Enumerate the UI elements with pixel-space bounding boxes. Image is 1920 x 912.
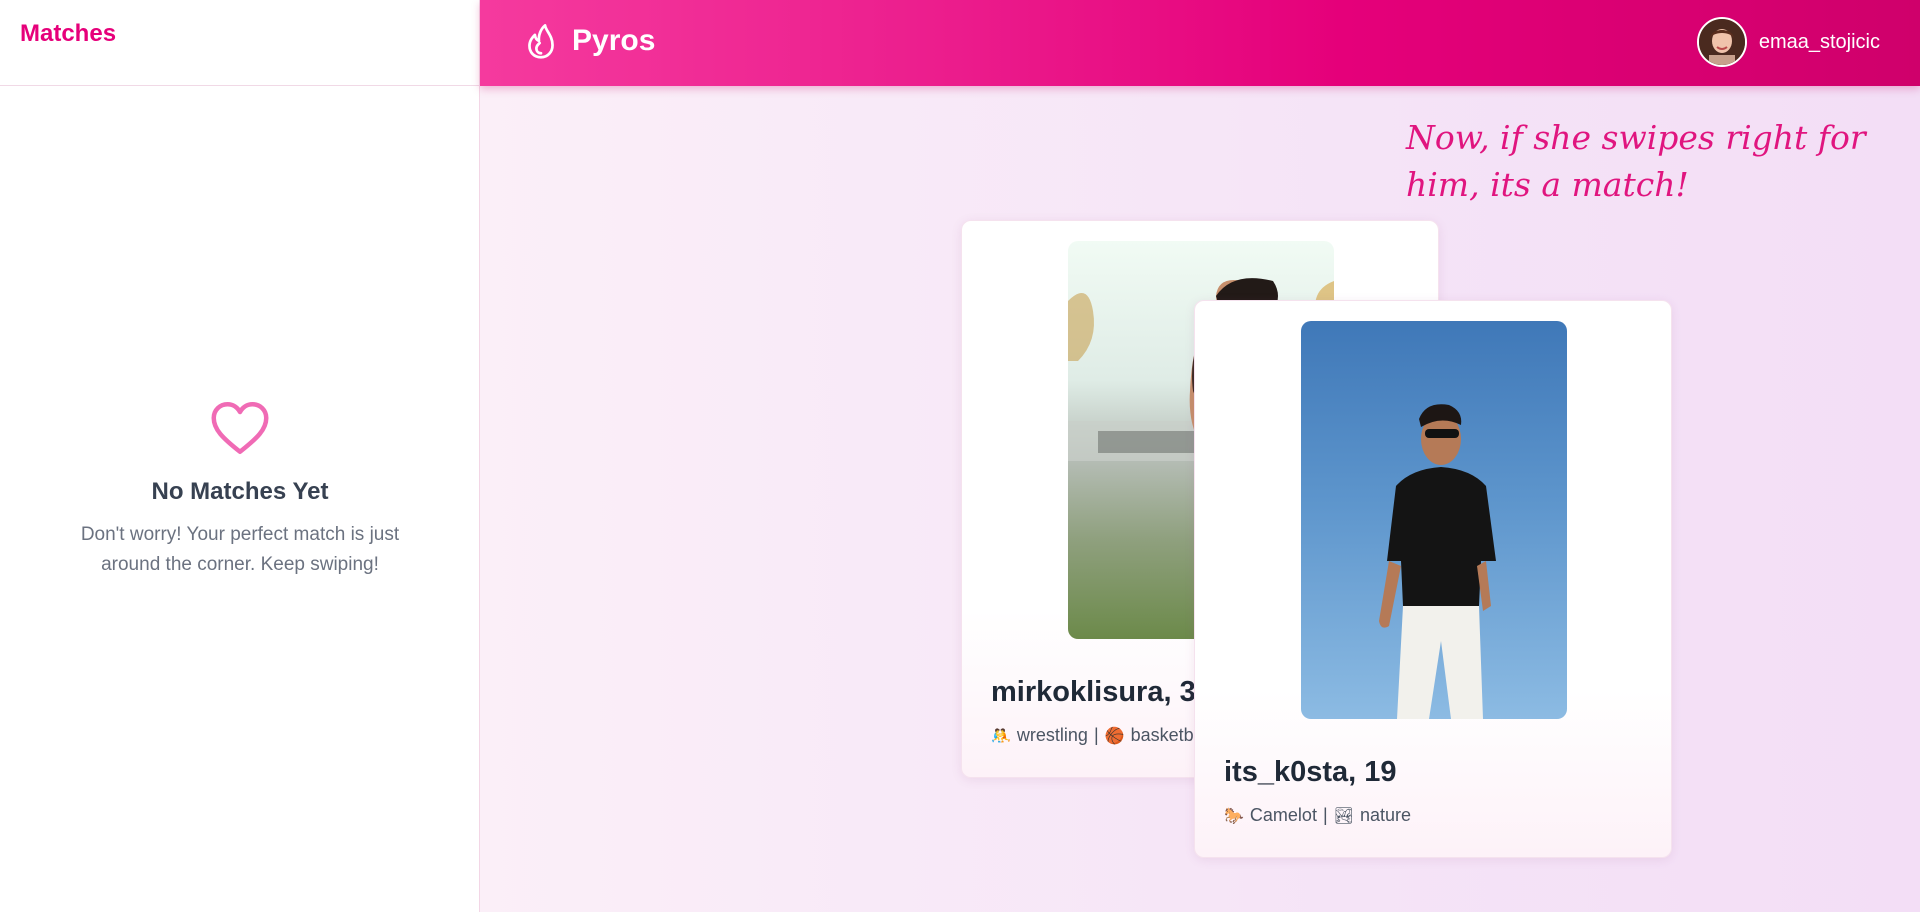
flame-icon	[528, 24, 554, 59]
horse-icon: 🐎	[1224, 808, 1244, 825]
separator: |	[1093, 725, 1099, 745]
profile-card-front[interactable]: its_k0sta, 19 🐎 Camelot | 🏞 nature	[1194, 300, 1672, 858]
sidebar-title: Matches	[20, 20, 117, 47]
profile-interests: 🐎 Camelot | 🏞 nature	[1224, 805, 1411, 826]
interest-label: nature	[1359, 805, 1411, 825]
sidebar-header: Matches	[0, 0, 479, 86]
basketball-icon: 🏀	[1104, 728, 1125, 745]
user-menu[interactable]: emaa_stojicic	[1696, 17, 1880, 67]
nature-icon: 🏞	[1333, 808, 1354, 825]
username: emaa_stojicic	[1758, 30, 1880, 53]
separator: |	[1322, 805, 1328, 825]
interest-label: wrestling	[1016, 725, 1088, 745]
brand-name: Pyros	[572, 24, 656, 57]
profile-interests: 🤼 wrestling | 🏀 basketball	[991, 725, 1212, 746]
heart-icon	[211, 402, 269, 454]
empty-matches-state: No Matches Yet Don't worry! Your perfect…	[0, 400, 480, 580]
matches-sidebar: Matches No Matches Yet Don't worry! Your…	[0, 0, 480, 912]
empty-text: Don't worry! Your perfect match is just …	[80, 524, 400, 575]
empty-title: No Matches Yet	[151, 478, 329, 505]
profile-name: mirkoklisura, 37	[991, 676, 1212, 708]
main-area: Pyros emaa_stojicic Now, if she swipes r…	[480, 0, 1920, 912]
avatar[interactable]	[1696, 17, 1747, 67]
avatar-portrait	[1698, 19, 1745, 65]
interest-label: Camelot	[1249, 805, 1317, 825]
wrestling-icon: 🤼	[991, 728, 1011, 745]
profile-photo-art	[1379, 404, 1496, 719]
profile-photo	[1301, 321, 1567, 719]
brand-logo[interactable]: Pyros	[524, 22, 655, 60]
profile-name: its_k0sta, 19	[1224, 756, 1397, 788]
top-bar: Pyros emaa_stojicic	[480, 0, 1920, 86]
annotation-text: Now, if she swipes right for him, its a …	[1406, 118, 1866, 204]
